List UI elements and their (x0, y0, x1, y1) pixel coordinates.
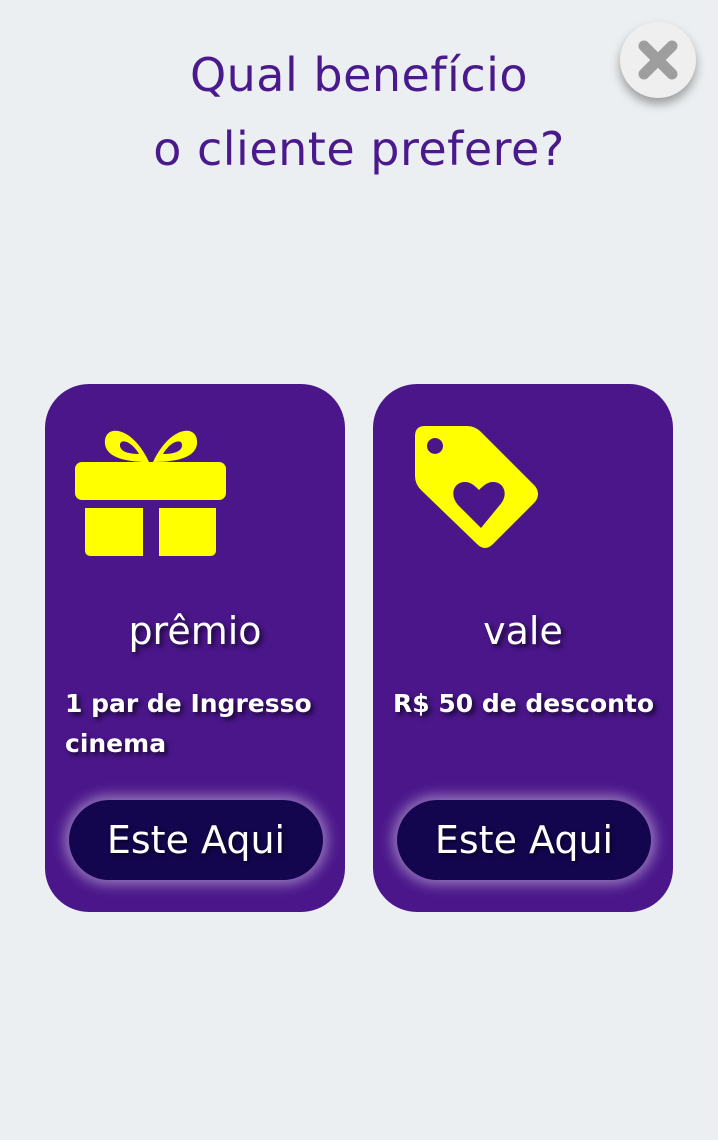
option-card-premio: prêmio 1 par de Ingresso cinema Este Aqu… (45, 384, 345, 912)
option-description: 1 par de Ingresso cinema (65, 689, 312, 758)
option-card-vale: vale R$ 50 de desconto Este Aqui (373, 384, 673, 912)
option-heading: vale (483, 609, 563, 653)
close-button[interactable] (620, 22, 696, 98)
benefit-choice-screen: Qual benefício o cliente prefere? prêmio… (0, 0, 718, 1140)
close-icon (638, 40, 678, 80)
option-heading: prêmio (128, 609, 262, 653)
choose-vale-button[interactable]: Este Aqui (397, 800, 651, 880)
title-line-1: Qual benefício (189, 48, 529, 102)
title-line-2: o cliente prefere? (153, 122, 565, 176)
page-title: Qual benefício o cliente prefere? (0, 38, 718, 186)
option-description: R$ 50 de desconto (393, 689, 655, 718)
choose-premio-button[interactable]: Este Aqui (69, 800, 323, 880)
gift-icon (73, 422, 229, 562)
tag-heart-icon (413, 424, 543, 558)
